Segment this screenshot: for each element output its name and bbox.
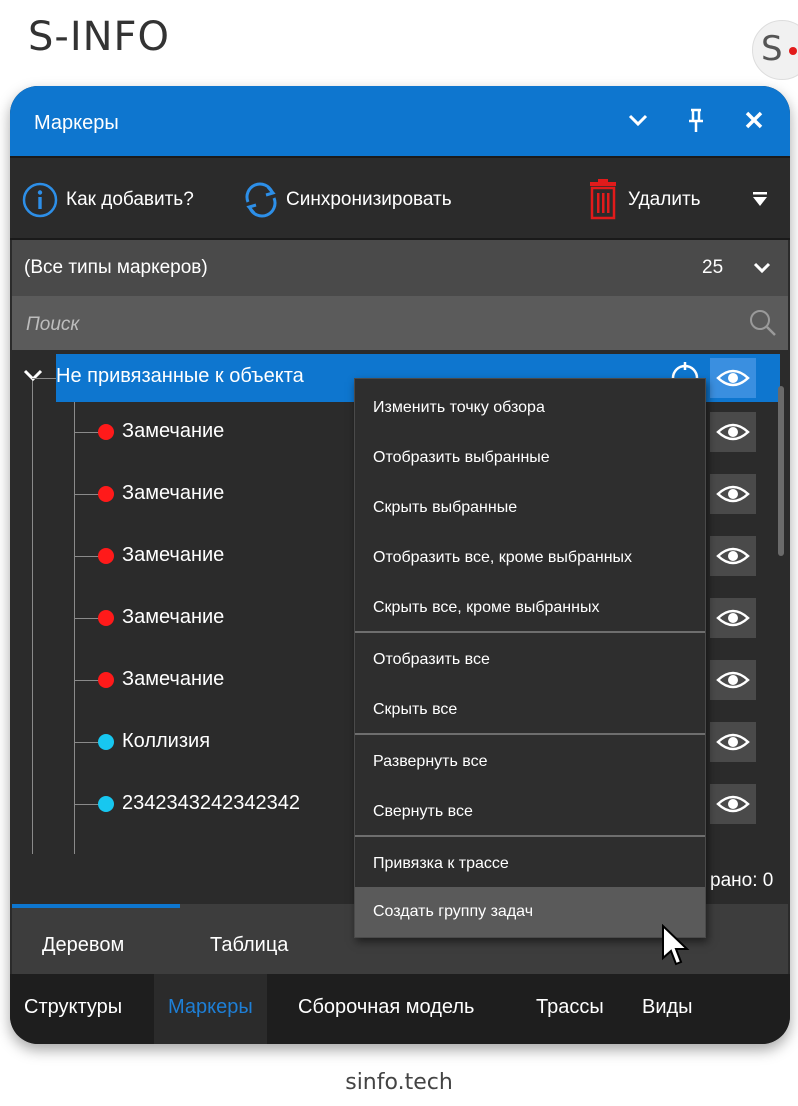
- eye-icon[interactable]: [710, 722, 756, 762]
- tree-item-label[interactable]: Коллизия: [122, 730, 210, 753]
- menu-separator: [355, 733, 705, 735]
- menu-item-create-task-group[interactable]: Создать группу задач: [355, 887, 705, 937]
- markers-toolbar: Как добавить? Синхронизировать Удалить: [10, 156, 790, 240]
- pin-icon[interactable]: [678, 102, 714, 138]
- tree-item-label[interactable]: Замечание: [122, 482, 224, 505]
- marker-count: 25: [702, 257, 724, 278]
- sync-button[interactable]: Синхронизировать: [242, 182, 512, 218]
- tree-item-label[interactable]: 2342343242342342: [122, 792, 300, 815]
- delete-label: Удалить: [628, 189, 701, 210]
- marker-dot-icon: [98, 486, 114, 502]
- footer-site: sinfo.tech: [345, 1070, 453, 1095]
- marker-dot-icon: [98, 734, 114, 750]
- delete-button[interactable]: Удалить: [586, 179, 736, 220]
- tree-item-label[interactable]: Замечание: [122, 606, 224, 629]
- search-input[interactable]: Поиск: [12, 296, 788, 350]
- menu-item-hide-selected[interactable]: Скрыть выбранные: [355, 483, 705, 533]
- tab-table[interactable]: Таблица: [210, 934, 288, 957]
- bottom-tab-routes[interactable]: Трассы: [536, 996, 604, 1019]
- search-icon: [750, 310, 776, 336]
- bottom-tab-assembly-model[interactable]: Сборочная модель: [298, 996, 474, 1019]
- menu-item-show-all[interactable]: Отобразить все: [355, 635, 705, 685]
- search-placeholder: Поиск: [26, 314, 80, 335]
- filter-selected: (Все типы маркеров): [24, 257, 208, 278]
- marker-dot-icon: [98, 796, 114, 812]
- marker-dot-icon: [98, 672, 114, 688]
- eye-icon[interactable]: [710, 660, 756, 700]
- help-label: Как добавить?: [66, 189, 194, 210]
- marker-dot-icon: [98, 548, 114, 564]
- brand-title: S-INFO: [28, 14, 171, 60]
- tab-tree[interactable]: Деревом: [42, 934, 124, 957]
- panel-title: Маркеры: [34, 112, 119, 134]
- close-icon[interactable]: [736, 102, 772, 138]
- menu-item-change-viewpoint[interactable]: Изменить точку обзора: [355, 383, 705, 433]
- marker-dot-icon: [98, 424, 114, 440]
- bottom-tab-structures[interactable]: Структуры: [24, 996, 122, 1019]
- expand-chevron-icon[interactable]: [22, 368, 44, 384]
- eye-icon[interactable]: [710, 536, 756, 576]
- menu-item-show-selected[interactable]: Отобразить выбранные: [355, 433, 705, 483]
- tree-item-label[interactable]: Замечание: [122, 544, 224, 567]
- sinfo-logo-icon: S: [752, 20, 798, 80]
- menu-item-attach-to-route[interactable]: Привязка к трассе: [355, 839, 705, 889]
- logo-letter: S: [761, 29, 783, 69]
- eye-icon[interactable]: [710, 784, 756, 824]
- marker-type-filter[interactable]: (Все типы маркеров) 25: [12, 240, 788, 296]
- trash-icon: [590, 179, 616, 220]
- sync-icon: [245, 182, 277, 218]
- eye-icon[interactable]: [710, 412, 756, 452]
- marker-dot-icon: [98, 610, 114, 626]
- chevron-down-icon[interactable]: [620, 102, 656, 138]
- toolbar-dropdown-icon[interactable]: [748, 182, 772, 218]
- menu-item-hide-all[interactable]: Скрыть все: [355, 685, 705, 735]
- eye-icon[interactable]: [710, 598, 756, 638]
- menu-item-hide-all-except-selected[interactable]: Скрыть все, кроме выбранных: [355, 583, 705, 633]
- tree-scrollbar[interactable]: [778, 386, 784, 556]
- bottom-tab-views[interactable]: Виды: [642, 996, 693, 1019]
- help-button[interactable]: Как добавить?: [22, 182, 242, 218]
- panel-titlebar: Маркеры: [10, 86, 790, 156]
- bottom-tabs: Структуры Маркеры Сборочная модель Трасс…: [10, 974, 790, 1044]
- selected-count: рано: 0: [710, 870, 774, 891]
- bottom-tab-markers[interactable]: Маркеры: [154, 974, 267, 1044]
- menu-separator: [355, 631, 705, 633]
- menu-separator: [355, 835, 705, 837]
- mouse-cursor-icon: [662, 924, 690, 966]
- tree-item-label[interactable]: Замечание: [122, 668, 224, 691]
- tree-item-label[interactable]: Замечание: [122, 420, 224, 443]
- eye-icon[interactable]: [710, 474, 756, 514]
- eye-icon[interactable]: [710, 358, 756, 398]
- menu-item-expand-all[interactable]: Развернуть все: [355, 737, 705, 787]
- info-icon: [22, 182, 58, 218]
- active-tab-indicator: [12, 904, 180, 908]
- context-menu: Изменить точку обзора Отобразить выбранн…: [354, 378, 706, 938]
- chevron-down-icon: [753, 262, 771, 274]
- sync-label: Синхронизировать: [286, 189, 452, 210]
- tree-root-label[interactable]: Не привязанные к объекта: [56, 365, 304, 388]
- menu-item-show-all-except-selected[interactable]: Отобразить все, кроме выбранных: [355, 533, 705, 583]
- menu-item-collapse-all[interactable]: Свернуть все: [355, 787, 705, 837]
